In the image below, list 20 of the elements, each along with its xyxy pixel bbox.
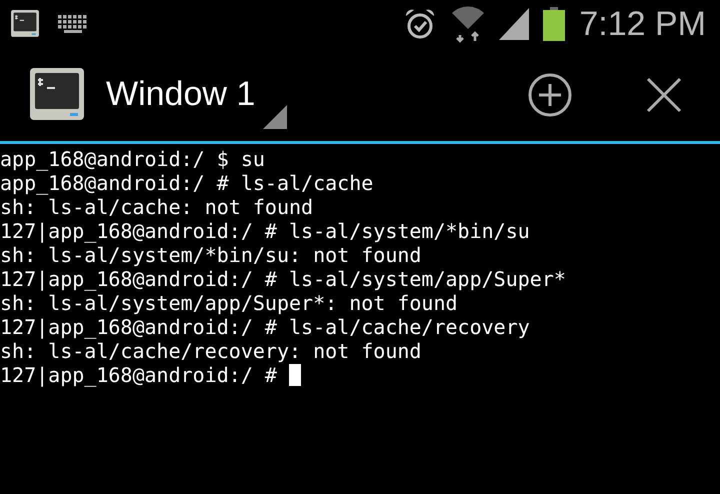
battery-icon (543, 7, 566, 41)
terminal-line: sh: ls-al/cache: not found (0, 195, 314, 219)
new-window-button[interactable] (526, 70, 574, 118)
terminal-line: 127|app_168@android:/ # ls-al/system/*bin/su (0, 219, 530, 243)
wifi-icon (451, 5, 486, 43)
terminal-line: sh: ls-al/cache/recovery: not found (0, 339, 422, 363)
clock-time: 7:12 PM (579, 7, 706, 41)
terminal-line: app_168@android:/ # ls-al/cache (0, 171, 374, 195)
terminal-line: 127|app_168@android:/ # ls-al/system/app/Super* (0, 267, 566, 291)
terminal-line: 127|app_168@android:/ # (0, 363, 277, 387)
terminal-line: 127|app_168@android:/ # ls-al/cache/recovery (0, 315, 530, 339)
close-icon (646, 76, 682, 112)
terminal-line: sh: ls-al/system/*bin/su: not found (0, 243, 422, 267)
window-selector[interactable]: Window 1 (86, 54, 288, 134)
terminal-icon (8, 9, 42, 39)
signal-icon (499, 8, 530, 40)
terminal-line: app_168@android:/ $ su (0, 147, 265, 171)
add-icon (528, 72, 572, 116)
terminal-line: sh: ls-al/system/app/Super*: not found (0, 291, 458, 315)
dropdown-corner-icon (263, 104, 288, 128)
